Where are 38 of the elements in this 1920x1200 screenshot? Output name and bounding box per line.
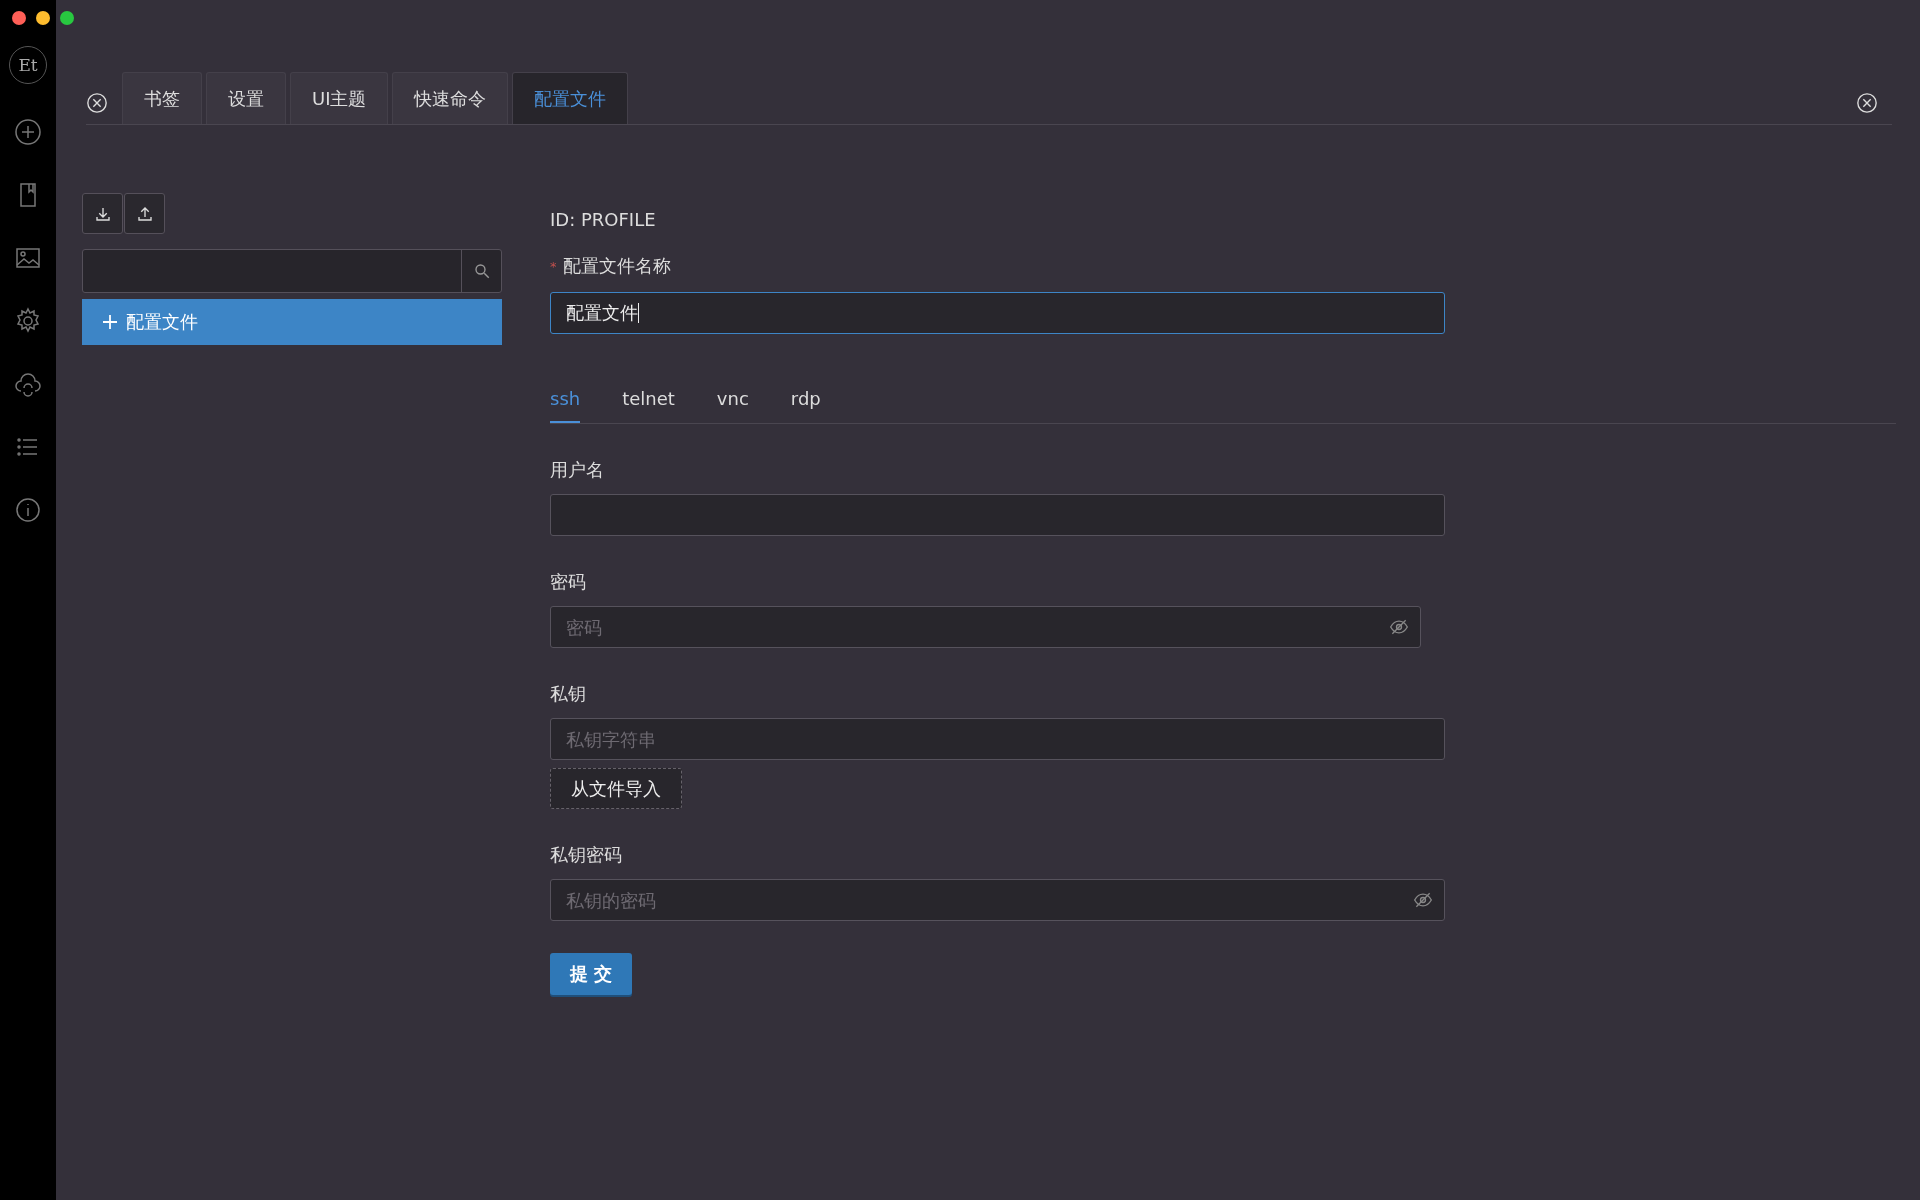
submit-button[interactable]: 提 交 bbox=[550, 953, 633, 995]
plus-icon bbox=[102, 314, 118, 330]
protocol-tab[interactable]: ssh bbox=[550, 382, 581, 423]
close-window-button[interactable] bbox=[12, 11, 26, 25]
search-icon bbox=[472, 262, 491, 280]
eye-off-icon[interactable] bbox=[1413, 890, 1433, 910]
field-label: 配置文件名称 bbox=[562, 254, 671, 278]
protocol-tab[interactable]: rdp bbox=[790, 382, 821, 423]
field-label: 私钥 bbox=[550, 682, 587, 706]
required-mark: * bbox=[550, 258, 557, 274]
input-field[interactable]: 配置文件 bbox=[550, 292, 1445, 334]
field-label: 用户名 bbox=[550, 458, 605, 482]
tab[interactable]: 书签 bbox=[122, 72, 202, 124]
tab[interactable]: 配置文件 bbox=[512, 72, 629, 124]
eye-off-icon[interactable] bbox=[1389, 617, 1409, 637]
maximize-window-button[interactable] bbox=[60, 11, 74, 25]
info-icon[interactable] bbox=[13, 495, 43, 525]
tab[interactable]: 快速命令 bbox=[392, 72, 509, 124]
protocol-tab[interactable]: vnc bbox=[716, 382, 749, 423]
tab[interactable]: 设置 bbox=[206, 72, 286, 124]
import-button[interactable] bbox=[82, 193, 123, 234]
input-field[interactable]: 私钥字符串 bbox=[550, 718, 1445, 760]
profile-id: ID: PROFILE bbox=[550, 209, 657, 230]
input-field[interactable]: 密码 bbox=[550, 606, 1421, 648]
input-field[interactable]: 私钥的密码 bbox=[550, 879, 1445, 921]
close-icon[interactable] bbox=[1856, 92, 1878, 114]
import-file-button[interactable]: 从文件导入 bbox=[550, 768, 682, 809]
protocol-tab[interactable]: telnet bbox=[622, 382, 675, 423]
profile-list-item[interactable]: 配置文件 bbox=[82, 299, 502, 345]
export-button[interactable] bbox=[124, 193, 165, 234]
input-field[interactable] bbox=[550, 494, 1445, 536]
field-label: 私钥密码 bbox=[550, 843, 623, 867]
minimize-window-button[interactable] bbox=[36, 11, 50, 25]
close-icon[interactable] bbox=[86, 92, 108, 114]
field-label: 密码 bbox=[550, 570, 587, 594]
tab[interactable]: UI主题 bbox=[290, 72, 389, 124]
search-field[interactable] bbox=[82, 249, 502, 293]
add-icon[interactable] bbox=[13, 117, 43, 147]
